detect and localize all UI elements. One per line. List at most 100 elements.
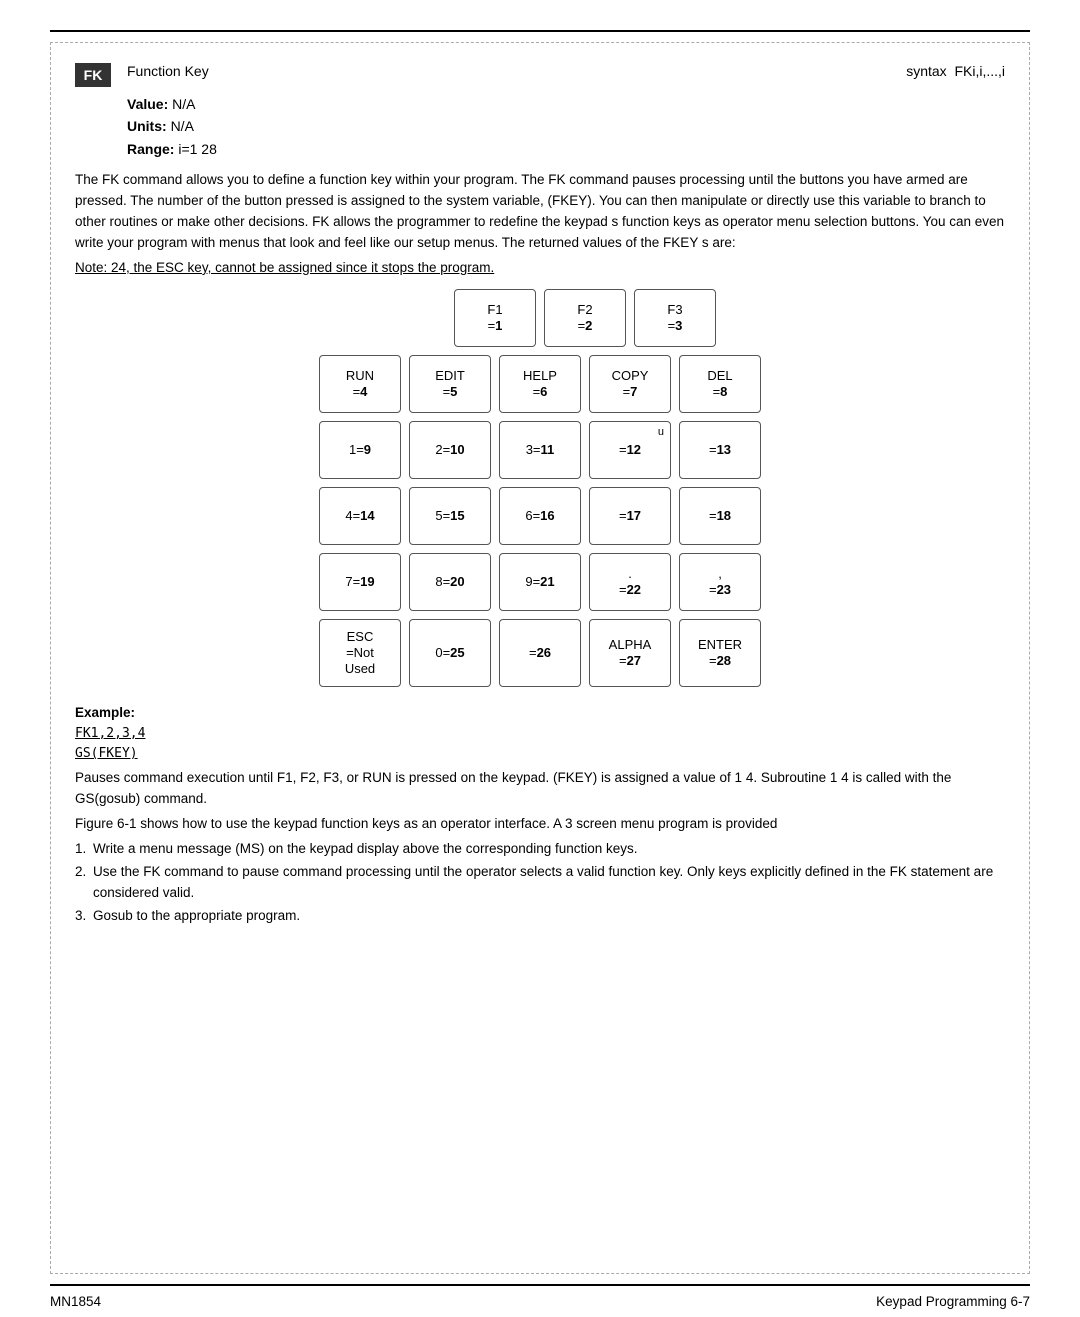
key-alpha-27-label: ALPHA bbox=[609, 637, 652, 653]
range-value: i=1 28 bbox=[178, 141, 217, 157]
key-4-14-label: 4=14 bbox=[345, 508, 374, 524]
footer: MN1854 Keypad Programming 6-7 bbox=[50, 1284, 1030, 1317]
key-8-20: 8=20 bbox=[409, 553, 491, 611]
key-f1-label: F1 bbox=[487, 302, 502, 318]
keypad: F1 =1 F2 =2 F3 =3 RUN bbox=[319, 289, 761, 687]
key-help-value: =6 bbox=[533, 384, 548, 400]
key-u-12: u =12 bbox=[589, 421, 671, 479]
key-f2-label: F2 bbox=[577, 302, 592, 318]
key-13-label: =13 bbox=[709, 442, 731, 458]
key-del: DEL =8 bbox=[679, 355, 761, 413]
key-run-label: RUN bbox=[346, 368, 374, 384]
example-header: Example: bbox=[75, 703, 1005, 724]
key-5-15: 5=15 bbox=[409, 487, 491, 545]
key-7-19: 7=19 bbox=[319, 553, 401, 611]
key-comma-23: , =23 bbox=[679, 553, 761, 611]
note-line: Note: 24, the ESC key, cannot be assigne… bbox=[75, 260, 1005, 275]
key-esc: ESC =Not Used bbox=[319, 619, 401, 687]
key-9-21-label: 9=21 bbox=[525, 574, 554, 590]
key-comma-23-value: =23 bbox=[709, 582, 731, 598]
fk-header: FK Function Key syntax FKi,i,...,i bbox=[75, 63, 1005, 87]
key-f2-value: =2 bbox=[578, 318, 593, 334]
key-f3-label: F3 bbox=[667, 302, 682, 318]
key-copy: COPY =7 bbox=[589, 355, 671, 413]
key-edit-value: =5 bbox=[443, 384, 458, 400]
example-code-1: FK1,2,3,4 bbox=[75, 724, 1005, 744]
footer-left: MN1854 bbox=[50, 1294, 101, 1309]
key-0-25: 0=25 bbox=[409, 619, 491, 687]
keypad-row-1: F1 =1 F2 =2 F3 =3 bbox=[319, 289, 761, 347]
page: FK Function Key syntax FKi,i,...,i Value… bbox=[0, 0, 1080, 1317]
key-copy-value: =7 bbox=[623, 384, 638, 400]
key-f1: F1 =1 bbox=[454, 289, 536, 347]
example-text-2: Figure 6-1 shows how to use the keypad f… bbox=[75, 814, 1005, 835]
key-7-19-label: 7=19 bbox=[345, 574, 374, 590]
key-enter-28-value: =28 bbox=[709, 653, 731, 669]
key-1-9-label: 1=9 bbox=[349, 442, 371, 458]
numbered-list: 1. Write a menu message (MS) on the keyp… bbox=[75, 839, 1005, 927]
key-comma-23-label: , bbox=[718, 566, 722, 582]
key-1-9: 1=9 bbox=[319, 421, 401, 479]
key-f3-value: =3 bbox=[668, 318, 683, 334]
example-section: Example: FK1,2,3,4 GS(FKEY) Pauses comma… bbox=[75, 703, 1005, 927]
top-rule bbox=[50, 30, 1030, 32]
key-esc-used: Used bbox=[345, 661, 375, 677]
value-value: N/A bbox=[172, 96, 195, 112]
key-del-value: =8 bbox=[713, 384, 728, 400]
key-17-label: =17 bbox=[619, 508, 641, 524]
range-line: Range: i=1 28 bbox=[127, 138, 1005, 160]
range-label: Range: bbox=[127, 141, 174, 157]
keypad-row-2: RUN =4 EDIT =5 HELP =6 COPY =7 bbox=[319, 355, 761, 413]
units-label: Units: bbox=[127, 118, 167, 134]
key-5-15-label: 5=15 bbox=[435, 508, 464, 524]
key-help: HELP =6 bbox=[499, 355, 581, 413]
fk-badge: FK bbox=[75, 63, 111, 87]
list-item-2: 2. Use the FK command to pause command p… bbox=[75, 862, 1005, 904]
value-line: Value: N/A bbox=[127, 93, 1005, 115]
key-run-value: =4 bbox=[353, 384, 368, 400]
key-26-label: =26 bbox=[529, 645, 551, 661]
key-4-14: 4=14 bbox=[319, 487, 401, 545]
key-6-16: 6=16 bbox=[499, 487, 581, 545]
key-17: =17 bbox=[589, 487, 671, 545]
key-8-20-label: 8=20 bbox=[435, 574, 464, 590]
key-alpha-27: ALPHA =27 bbox=[589, 619, 671, 687]
keypad-row-3: 1=9 2=10 3=11 u =12 =13 bbox=[319, 421, 761, 479]
keypad-container: F1 =1 F2 =2 F3 =3 RUN bbox=[75, 289, 1005, 687]
list-item-2-text: Use the FK command to pause command proc… bbox=[93, 864, 993, 900]
key-esc-value: =Not bbox=[346, 645, 374, 661]
key-edit: EDIT =5 bbox=[409, 355, 491, 413]
list-item-3-text: Gosub to the appropriate program. bbox=[93, 908, 300, 923]
list-item-1: 1. Write a menu message (MS) on the keyp… bbox=[75, 839, 1005, 860]
keypad-row-5: 7=19 8=20 9=21 . =22 , =23 bbox=[319, 553, 761, 611]
key-3-11: 3=11 bbox=[499, 421, 581, 479]
key-edit-label: EDIT bbox=[435, 368, 465, 384]
key-2-10: 2=10 bbox=[409, 421, 491, 479]
key-26: =26 bbox=[499, 619, 581, 687]
example-label: Example: bbox=[75, 705, 135, 720]
footer-right: Keypad Programming 6-7 bbox=[876, 1294, 1030, 1309]
example-code-2: GS(FKEY) bbox=[75, 744, 1005, 764]
key-alpha-27-value: =27 bbox=[619, 653, 641, 669]
syntax-label: syntax bbox=[906, 63, 946, 79]
key-dot-22-value: =22 bbox=[619, 582, 641, 598]
key-help-label: HELP bbox=[523, 368, 557, 384]
key-u-12-small: u bbox=[658, 426, 664, 438]
fk-title: Function Key bbox=[127, 63, 906, 79]
key-9-21: 9=21 bbox=[499, 553, 581, 611]
units-line: Units: N/A bbox=[127, 115, 1005, 137]
example-text-1: Pauses command execution until F1, F2, F… bbox=[75, 768, 1005, 810]
key-dot-22: . =22 bbox=[589, 553, 671, 611]
key-del-label: DEL bbox=[707, 368, 732, 384]
keypad-row-4: 4=14 5=15 6=16 =17 =18 bbox=[319, 487, 761, 545]
key-f1-value: =1 bbox=[488, 318, 503, 334]
units-value: N/A bbox=[171, 118, 194, 134]
key-enter-28: ENTER =28 bbox=[679, 619, 761, 687]
key-f2: F2 =2 bbox=[544, 289, 626, 347]
key-f3: F3 =3 bbox=[634, 289, 716, 347]
list-item-3: 3. Gosub to the appropriate program. bbox=[75, 906, 1005, 927]
key-enter-28-label: ENTER bbox=[698, 637, 742, 653]
key-13: =13 bbox=[679, 421, 761, 479]
key-esc-label: ESC bbox=[347, 629, 374, 645]
description-text: The FK command allows you to define a fu… bbox=[75, 170, 1005, 254]
